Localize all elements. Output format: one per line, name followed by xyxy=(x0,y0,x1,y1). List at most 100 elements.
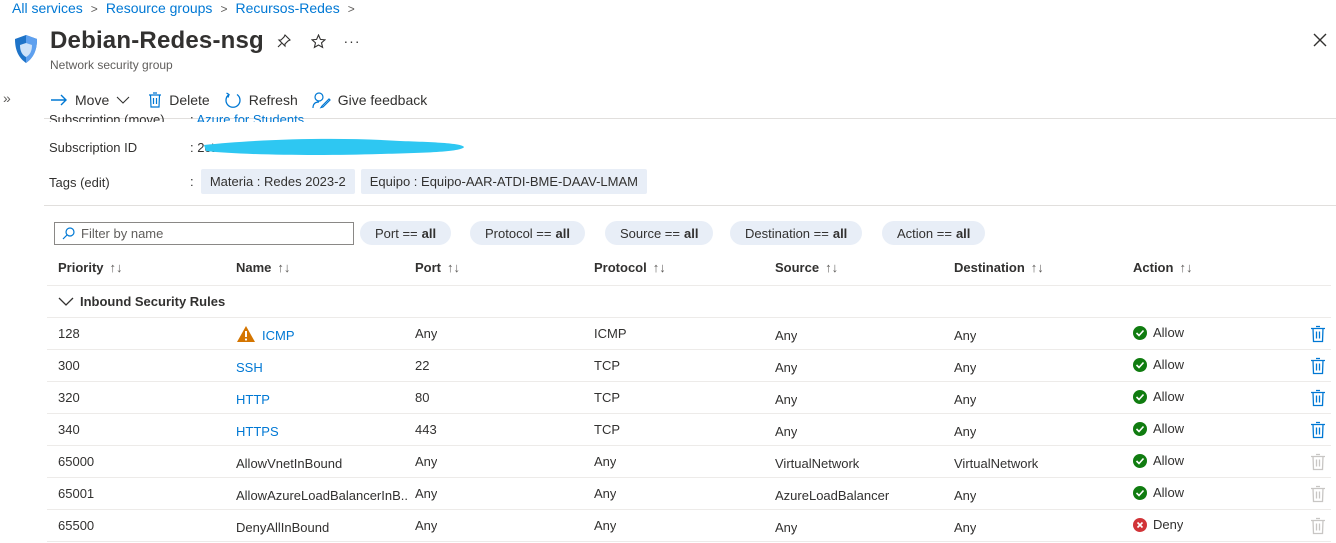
sort-icon: ↑↓ xyxy=(1030,260,1044,275)
refresh-icon xyxy=(225,92,241,108)
sort-icon: ↑↓ xyxy=(447,260,460,275)
action-cell: Allow xyxy=(1133,485,1184,500)
more-options-icon[interactable]: ··· xyxy=(342,31,362,51)
source-filter-pill[interactable]: Source == all xyxy=(605,221,714,245)
port-cell: Any xyxy=(415,326,438,341)
trash-icon xyxy=(149,92,162,108)
column-header-source[interactable]: Source ↑↓ xyxy=(775,260,838,275)
destination-cell: Any xyxy=(954,424,977,439)
breadcrumb-resource-groups[interactable]: Resource groups xyxy=(106,0,213,16)
column-header-action[interactable]: Action ↑↓ xyxy=(1133,260,1192,275)
column-label: Priority xyxy=(58,260,104,275)
row-divider xyxy=(47,509,1331,510)
pin-icon[interactable] xyxy=(274,31,294,51)
protocol-cell: Any xyxy=(594,486,617,501)
row-divider xyxy=(47,541,1331,542)
chevron-right-icon: > xyxy=(90,2,98,16)
destination-cell: Any xyxy=(954,328,977,343)
subscription-label: Subscription (move) xyxy=(49,112,165,122)
destination-filter-pill[interactable]: Destination == all xyxy=(730,221,863,245)
source-cell: VirtualNetwork xyxy=(775,456,860,471)
delete-label: Delete xyxy=(169,92,210,108)
protocol-cell: Any xyxy=(594,454,617,469)
chevron-down-icon xyxy=(58,297,74,306)
priority-cell: 65000 xyxy=(58,454,95,469)
destination-cell: Any xyxy=(954,488,977,503)
delete-rule-icon[interactable] xyxy=(1310,357,1326,375)
pill-label: Protocol == xyxy=(485,225,552,241)
destination-cell: Any xyxy=(954,392,977,407)
refresh-label: Refresh xyxy=(248,92,298,108)
action-filter-pill[interactable]: Action == all xyxy=(882,221,986,245)
column-header-port[interactable]: Port ↑↓ xyxy=(415,260,460,275)
priority-cell: 65001 xyxy=(58,486,95,501)
tag-chip: Equipo : Equipo-AAR-ATDI-BME-DAAV-LMAM xyxy=(360,169,647,194)
give-feedback-button[interactable]: Give feedback xyxy=(312,88,427,112)
column-label: Name xyxy=(236,260,272,275)
check-circle-icon xyxy=(1133,389,1147,404)
delete-rule-icon xyxy=(1311,517,1325,535)
expand-nav-icon[interactable]: » xyxy=(3,90,11,106)
source-cell: Any xyxy=(775,328,798,343)
pill-label: Destination == xyxy=(745,225,829,241)
protocol-filter-pill[interactable]: Protocol == all xyxy=(470,221,585,245)
row-divider xyxy=(47,477,1331,478)
star-icon[interactable] xyxy=(308,31,328,51)
column-label: Port xyxy=(415,260,441,275)
move-button[interactable]: Move xyxy=(50,88,130,112)
delete-rule-icon xyxy=(1311,453,1325,471)
breadcrumb-all-services[interactable]: All services xyxy=(12,0,83,16)
protocol-cell: TCP xyxy=(594,358,620,373)
rule-name: AllowVnetInBound xyxy=(236,456,343,471)
port-cell: Any xyxy=(415,518,438,533)
rule-name-link[interactable]: HTTPS xyxy=(236,424,279,439)
delete-rule-icon[interactable] xyxy=(1310,325,1326,343)
priority-cell: 300 xyxy=(58,358,80,373)
refresh-button[interactable]: Refresh xyxy=(224,88,298,112)
source-cell: Any xyxy=(775,392,798,407)
check-circle-icon xyxy=(1133,485,1147,500)
error-circle-icon xyxy=(1133,517,1147,532)
tag-chip: Materia : Redes 2023-2 xyxy=(200,169,355,194)
pill-value: all xyxy=(555,225,570,241)
source-cell: AzureLoadBalancer xyxy=(775,488,890,503)
rule-name-link[interactable]: HTTP xyxy=(236,392,270,407)
rule-name-link[interactable]: ICMP xyxy=(262,328,295,343)
group-label: Inbound Security Rules xyxy=(80,294,226,309)
group-inbound-security-rules[interactable]: Inbound Security Rules xyxy=(58,294,225,309)
feedback-icon xyxy=(312,92,331,109)
priority-cell: 340 xyxy=(58,422,80,437)
delete-rule-icon[interactable] xyxy=(1310,389,1326,407)
sort-icon: ↑↓ xyxy=(1179,260,1193,275)
row-divider xyxy=(47,381,1331,382)
protocol-cell: TCP xyxy=(594,422,620,437)
delete-button[interactable]: Delete xyxy=(148,88,210,112)
check-circle-icon xyxy=(1133,357,1147,372)
close-icon[interactable] xyxy=(1310,30,1330,50)
action-label: Allow xyxy=(1153,357,1185,372)
action-cell: Allow xyxy=(1133,421,1184,436)
rule-name-link[interactable]: SSH xyxy=(236,360,263,375)
action-label: Deny xyxy=(1153,517,1184,532)
filter-input[interactable]: Filter by name xyxy=(54,222,354,245)
rule-name: DenyAllInBound xyxy=(236,520,330,535)
column-header-destination[interactable]: Destination ↑↓ xyxy=(954,260,1044,275)
protocol-cell: TCP xyxy=(594,390,620,405)
pill-value: all xyxy=(684,225,699,241)
column-header-name[interactable]: Name ↑↓ xyxy=(236,260,290,275)
subscription-link[interactable]: Azure for Students xyxy=(197,112,305,122)
column-header-protocol[interactable]: Protocol ↑↓ xyxy=(594,260,666,275)
subscription-id-label: Subscription ID xyxy=(49,140,138,155)
port-filter-pill[interactable]: Port == all xyxy=(360,221,452,245)
check-circle-icon xyxy=(1133,453,1147,468)
chevron-right-icon: > xyxy=(347,2,355,16)
sort-icon: ↑↓ xyxy=(652,260,666,275)
breadcrumb-recursos-redes[interactable]: Recursos-Redes xyxy=(235,0,339,16)
protocol-cell: ICMP xyxy=(594,326,627,341)
column-label: Action xyxy=(1133,260,1174,275)
delete-rule-icon[interactable] xyxy=(1310,421,1326,439)
action-cell: Allow xyxy=(1133,325,1184,340)
column-header-priority[interactable]: Priority ↑↓ xyxy=(58,260,123,275)
column-label: Destination xyxy=(954,260,1025,275)
row-divider xyxy=(47,413,1331,414)
